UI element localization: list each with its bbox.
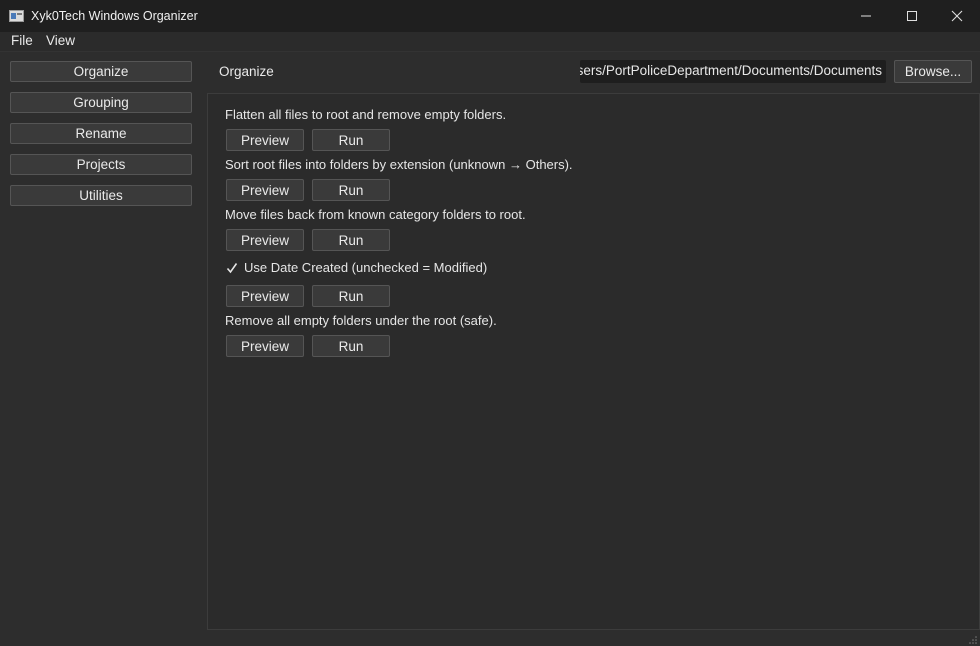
date-run-button[interactable]: Run — [312, 285, 390, 307]
flatten-run-button[interactable]: Run — [312, 129, 390, 151]
move-back-run-button[interactable]: Run — [312, 229, 390, 251]
close-button[interactable] — [934, 0, 980, 32]
menu-file[interactable]: File — [11, 33, 33, 48]
app-body: Organize Grouping Rename Projects Utilit… — [0, 52, 980, 646]
remove-empty-preview-button[interactable]: Preview — [226, 335, 304, 357]
section-title: Organize — [219, 64, 274, 79]
title-bar: Xyk0Tech Windows Organizer — [0, 0, 980, 32]
move-back-preview-button[interactable]: Preview — [226, 229, 304, 251]
menu-view[interactable]: View — [46, 33, 75, 48]
remove-empty-description: Remove all empty folders under the root … — [225, 313, 497, 328]
sidebar-item-utilities[interactable]: Utilities — [10, 185, 192, 206]
app-window-icon — [9, 10, 24, 22]
window-title: Xyk0Tech Windows Organizer — [31, 9, 198, 23]
date-created-label: Use Date Created (unchecked = Modified) — [244, 260, 488, 275]
maximize-icon — [907, 11, 917, 21]
menu-bar: File View — [0, 32, 980, 52]
resize-grip-icon[interactable] — [968, 634, 978, 644]
date-created-checkbox[interactable]: Use Date Created (unchecked = Modified) — [225, 260, 487, 275]
maximize-button[interactable] — [889, 0, 935, 32]
minimize-button[interactable] — [843, 0, 889, 32]
content-panel: Flatten all files to root and remove emp… — [207, 93, 980, 630]
path-field[interactable]: C:/Users/PortPoliceDepartment/Documents/… — [580, 60, 886, 83]
flatten-description: Flatten all files to root and remove emp… — [225, 107, 507, 122]
sort-description: Sort root files into folders by extensio… — [225, 157, 573, 172]
path-text: C:/Users/PortPoliceDepartment/Documents/… — [580, 63, 882, 78]
sidebar-item-organize[interactable]: Organize — [10, 61, 192, 82]
date-preview-button[interactable]: Preview — [226, 285, 304, 307]
minimize-icon — [861, 15, 871, 17]
checkmark-icon — [225, 261, 239, 275]
sidebar-item-grouping[interactable]: Grouping — [10, 92, 192, 113]
browse-button[interactable]: Browse... — [894, 60, 972, 83]
sort-run-button[interactable]: Run — [312, 179, 390, 201]
sidebar-item-rename[interactable]: Rename — [10, 123, 192, 144]
flatten-preview-button[interactable]: Preview — [226, 129, 304, 151]
move-back-description: Move files back from known category fold… — [225, 207, 526, 222]
close-icon — [951, 10, 963, 22]
sidebar-item-projects[interactable]: Projects — [10, 154, 192, 175]
remove-empty-run-button[interactable]: Run — [312, 335, 390, 357]
sort-preview-button[interactable]: Preview — [226, 179, 304, 201]
